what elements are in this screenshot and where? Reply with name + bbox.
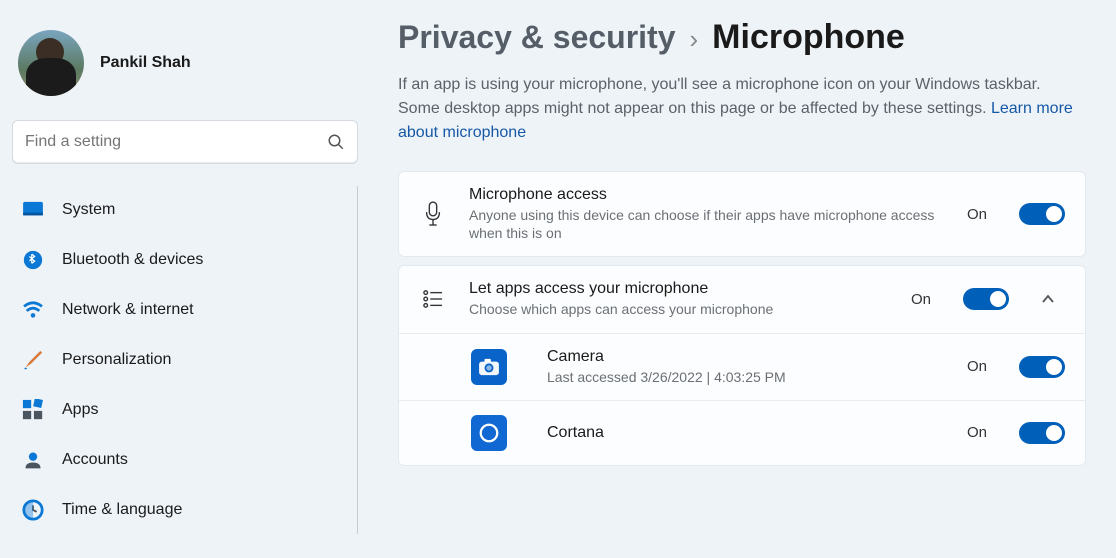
sidebar-item-system[interactable]: System xyxy=(12,186,349,234)
toggle-state: On xyxy=(967,424,987,441)
chevron-up-icon[interactable] xyxy=(1041,294,1065,304)
sidebar-item-personalization[interactable]: Personalization xyxy=(12,336,349,384)
setting-subtitle: Choose which apps can access your microp… xyxy=(469,300,889,318)
sidebar-item-bluetooth[interactable]: Bluetooth & devices xyxy=(12,236,349,284)
app-access-toggle[interactable] xyxy=(963,288,1009,310)
cortana-app-icon xyxy=(471,415,507,451)
app-name: Cortana xyxy=(547,424,945,442)
app-name: Camera xyxy=(547,348,945,366)
sidebar-item-apps[interactable]: Apps xyxy=(12,386,349,434)
list-icon xyxy=(419,289,447,309)
page-title: Microphone xyxy=(712,18,905,57)
app-row-camera[interactable]: Camera Last accessed 3/26/2022 | 4:03:25… xyxy=(399,333,1085,400)
microphone-access-card: Microphone access Anyone using this devi… xyxy=(398,171,1086,257)
toggle-state: On xyxy=(967,358,987,375)
brush-icon xyxy=(22,349,44,371)
sidebar-item-label: Bluetooth & devices xyxy=(62,251,203,269)
person-icon xyxy=(22,449,44,471)
app-access-header-row[interactable]: Let apps access your microphone Choose w… xyxy=(399,266,1085,332)
page-description: If an app is using your microphone, you'… xyxy=(398,73,1086,145)
toggle-state: On xyxy=(967,206,987,223)
sidebar-item-label: Network & internet xyxy=(62,301,194,319)
chevron-right-icon: › xyxy=(690,24,699,55)
sidebar-item-label: Time & language xyxy=(62,501,182,519)
bluetooth-icon xyxy=(22,249,44,271)
breadcrumb-parent[interactable]: Privacy & security xyxy=(398,19,676,56)
setting-title: Microphone access xyxy=(469,186,945,204)
user-name: Pankil Shah xyxy=(100,54,191,72)
setting-subtitle: Anyone using this device can choose if t… xyxy=(469,206,945,242)
sidebar-item-label: Apps xyxy=(62,401,98,419)
sidebar-item-network[interactable]: Network & internet xyxy=(12,286,349,334)
clock-icon xyxy=(22,499,44,521)
app-row-cortana[interactable]: Cortana On xyxy=(399,400,1085,465)
app-toggle-cortana[interactable] xyxy=(1019,422,1065,444)
microphone-icon xyxy=(419,201,447,227)
microphone-access-toggle[interactable] xyxy=(1019,203,1065,225)
setting-title: Let apps access your microphone xyxy=(469,280,889,298)
app-toggle-camera[interactable] xyxy=(1019,356,1065,378)
search-icon xyxy=(327,133,345,151)
system-icon xyxy=(22,199,44,221)
breadcrumb: Privacy & security › Microphone xyxy=(398,18,1086,57)
wifi-icon xyxy=(22,299,44,321)
app-access-card: Let apps access your microphone Choose w… xyxy=(398,265,1086,465)
toggle-state: On xyxy=(911,291,931,308)
search-input[interactable] xyxy=(25,133,327,151)
user-profile[interactable]: Pankil Shah xyxy=(12,12,358,120)
search-box[interactable] xyxy=(12,120,358,164)
app-detail: Last accessed 3/26/2022 | 4:03:25 PM xyxy=(547,368,945,386)
sidebar-item-label: System xyxy=(62,201,115,219)
camera-app-icon xyxy=(471,349,507,385)
sidebar-item-label: Accounts xyxy=(62,451,128,469)
sidebar-item-time[interactable]: Time & language xyxy=(12,486,349,534)
sidebar-item-label: Personalization xyxy=(62,351,171,369)
apps-icon xyxy=(22,399,44,421)
avatar xyxy=(18,30,84,96)
sidebar-item-accounts[interactable]: Accounts xyxy=(12,436,349,484)
